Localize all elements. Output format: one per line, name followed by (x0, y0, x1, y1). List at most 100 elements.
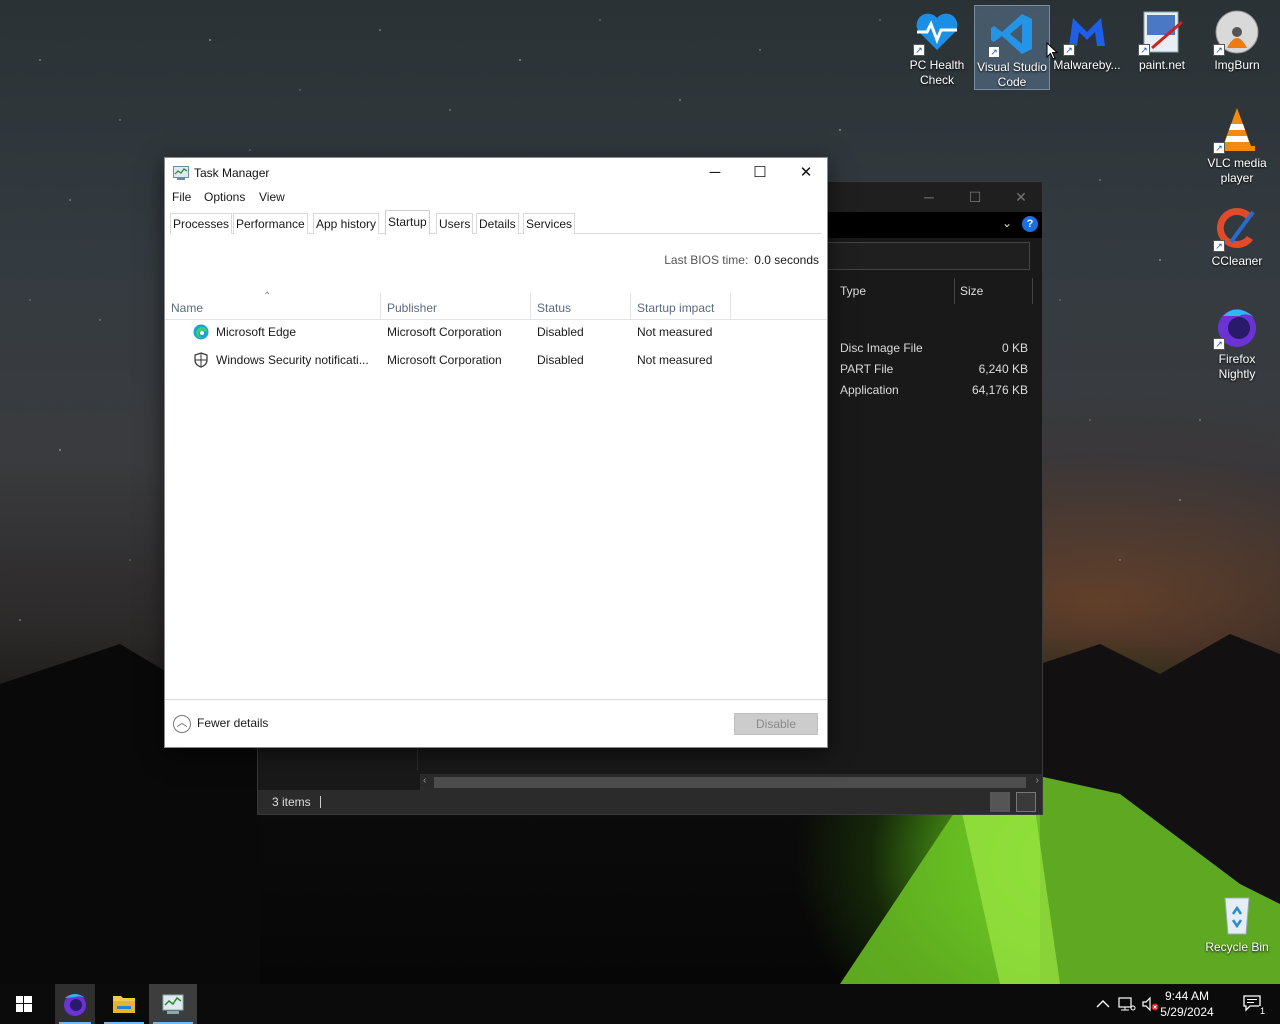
column-header-status[interactable]: Status (531, 293, 631, 319)
desktop-icon-malwarebytes[interactable]: ↗ Malwareby... (1050, 4, 1124, 73)
imgburn-disc-icon: ↗ (1213, 8, 1261, 56)
desktop-icon-imgburn[interactable]: ↗ ImgBurn (1200, 4, 1274, 73)
disable-button[interactable]: Disable (734, 713, 818, 735)
column-header-startup-impact[interactable]: Startup impact (631, 293, 731, 319)
explorer-file-row[interactable]: Disc Image File 0 KB (840, 338, 1028, 359)
explorer-search-box[interactable] (818, 242, 1030, 270)
details-view-button[interactable] (990, 792, 1010, 812)
shield-icon (194, 352, 208, 368)
tab-performance[interactable]: Performance (233, 213, 308, 234)
tab-strip: Processes Performance App history Startu… (170, 210, 822, 235)
tab-users[interactable]: Users (436, 213, 474, 234)
task-manager-icon (173, 166, 189, 180)
bios-time-label: Last BIOS time: (664, 253, 749, 267)
help-icon[interactable]: ? (1022, 216, 1038, 232)
clock-time: 9:44 AM (1164, 989, 1210, 1003)
menu-view[interactable]: View (259, 190, 285, 204)
maximize-button[interactable]: ☐ (737, 158, 783, 188)
shortcut-arrow-icon: ↗ (1213, 142, 1225, 154)
system-clock[interactable]: 9:44 AM 5/29/2024 (1152, 988, 1222, 1020)
menu-options[interactable]: Options (204, 190, 245, 204)
fewer-details-button[interactable]: ︿ Fewer details (173, 715, 268, 733)
firefox-nightly-icon (64, 994, 86, 1016)
notification-count: 1 (1258, 1006, 1266, 1016)
shortcut-arrow-icon: ↗ (1138, 44, 1150, 56)
tab-app-history[interactable]: App history (313, 213, 380, 234)
minimize-button[interactable]: ─ (692, 158, 738, 188)
windows-logo-icon (16, 996, 32, 1012)
scrollbar-thumb[interactable] (434, 777, 1026, 788)
tab-details[interactable]: Details (476, 213, 519, 234)
recycle-bin-icon (1213, 890, 1261, 938)
taskbar-task-manager[interactable] (149, 984, 197, 1024)
task-manager-titlebar[interactable]: Task Manager ─ ☐ ✕ (165, 158, 827, 188)
taskbar-firefox-nightly[interactable] (55, 984, 95, 1024)
explorer-maximize-button[interactable]: ☐ (952, 182, 998, 212)
heartbeat-icon: ↗ (913, 8, 961, 56)
column-header-name[interactable]: ⌃ Name (165, 291, 381, 319)
vlc-cone-icon: ↗ (1213, 106, 1261, 154)
taskbar: 9:44 AM 5/29/2024 1 (0, 984, 1280, 1024)
taskbar-file-explorer[interactable] (100, 984, 148, 1024)
tab-services[interactable]: Services (523, 213, 576, 234)
column-type[interactable]: Type (840, 284, 866, 298)
show-hidden-icons-button[interactable] (1094, 996, 1112, 1012)
desktop-icon-ccleaner[interactable]: ↗ CCleaner (1200, 200, 1274, 269)
explorer-column-header: Type Size (832, 278, 1036, 304)
desktop-icon-pc-health-check[interactable]: ↗ PC Health Check (900, 4, 974, 88)
tab-processes[interactable]: Processes (170, 213, 233, 234)
shortcut-arrow-icon: ↗ (913, 44, 925, 56)
scroll-left-arrow[interactable]: ‹ (423, 775, 426, 786)
firefox-nightly-icon: ↗ (1213, 302, 1261, 350)
explorer-file-row[interactable]: Application 64,176 KB (840, 380, 1028, 401)
desktop-icon-vlc[interactable]: ↗ VLC media player (1200, 102, 1274, 186)
close-button[interactable]: ✕ (783, 158, 829, 188)
menu-bar: File Options View (165, 188, 827, 208)
bios-time: Last BIOS time: 0.0 seconds (664, 253, 819, 267)
startup-list: ⌃ Name Publisher Status Startup impact M… (165, 291, 827, 699)
shortcut-arrow-icon: ↗ (1213, 240, 1225, 252)
item-count: 3 items (272, 795, 311, 809)
task-manager-footer: ︿ Fewer details Disable (165, 699, 827, 747)
explorer-status-bar: 3 items (258, 790, 1042, 814)
chevron-up-icon (1096, 1000, 1110, 1008)
window-title: Task Manager (194, 166, 270, 180)
start-button[interactable] (0, 984, 48, 1024)
menu-file[interactable]: File (172, 190, 191, 204)
malwarebytes-icon: ↗ (1063, 8, 1111, 56)
explorer-close-button[interactable]: ✕ (998, 182, 1044, 212)
ccleaner-icon: ↗ (1213, 204, 1261, 252)
desktop-icon-paint-net[interactable]: ↗ paint.net (1125, 4, 1199, 73)
network-icon[interactable] (1117, 996, 1137, 1012)
shortcut-arrow-icon: ↗ (1063, 44, 1075, 56)
chevron-up-icon: ︿ (173, 715, 191, 733)
large-icons-view-button[interactable] (1016, 792, 1036, 812)
action-center-button[interactable]: 1 (1242, 994, 1266, 1016)
sort-up-icon: ⌃ (263, 291, 272, 302)
vscode-icon: ↗ (988, 10, 1036, 58)
table-row[interactable]: Windows Security notificati... Microsoft… (165, 346, 827, 374)
bios-time-value: 0.0 seconds (754, 253, 819, 267)
table-row[interactable]: Microsoft Edge Microsoft Corporation Dis… (165, 318, 827, 346)
paint-net-icon: ↗ (1138, 8, 1186, 56)
desktop-icon-recycle-bin[interactable]: Recycle Bin (1200, 886, 1274, 955)
shortcut-arrow-icon: ↗ (1213, 338, 1225, 350)
shortcut-arrow-icon: ↗ (988, 46, 1000, 58)
shortcut-arrow-icon: ↗ (1213, 44, 1225, 56)
chevron-down-icon[interactable]: ⌄ (1002, 216, 1012, 230)
desktop-icon-vscode[interactable]: ↗ Visual Studio Code (974, 5, 1050, 90)
tab-startup[interactable]: Startup (385, 210, 430, 235)
explorer-minimize-button[interactable]: ─ (906, 182, 952, 212)
mouse-cursor-icon (1046, 42, 1058, 60)
clock-date: 5/29/2024 (1160, 1005, 1214, 1019)
task-manager-window[interactable]: Task Manager ─ ☐ ✕ File Options View Pro… (164, 157, 828, 748)
edge-icon (193, 324, 209, 340)
folder-icon (113, 996, 135, 1013)
horizontal-scrollbar[interactable]: ‹ › (420, 774, 1042, 791)
desktop-icon-firefox-nightly[interactable]: ↗ Firefox Nightly (1200, 298, 1274, 382)
task-manager-icon (162, 994, 184, 1014)
scroll-right-arrow[interactable]: › (1036, 775, 1039, 786)
explorer-file-row[interactable]: PART File 6,240 KB (840, 359, 1028, 380)
column-size[interactable]: Size (960, 284, 983, 298)
column-header-publisher[interactable]: Publisher (381, 293, 531, 319)
